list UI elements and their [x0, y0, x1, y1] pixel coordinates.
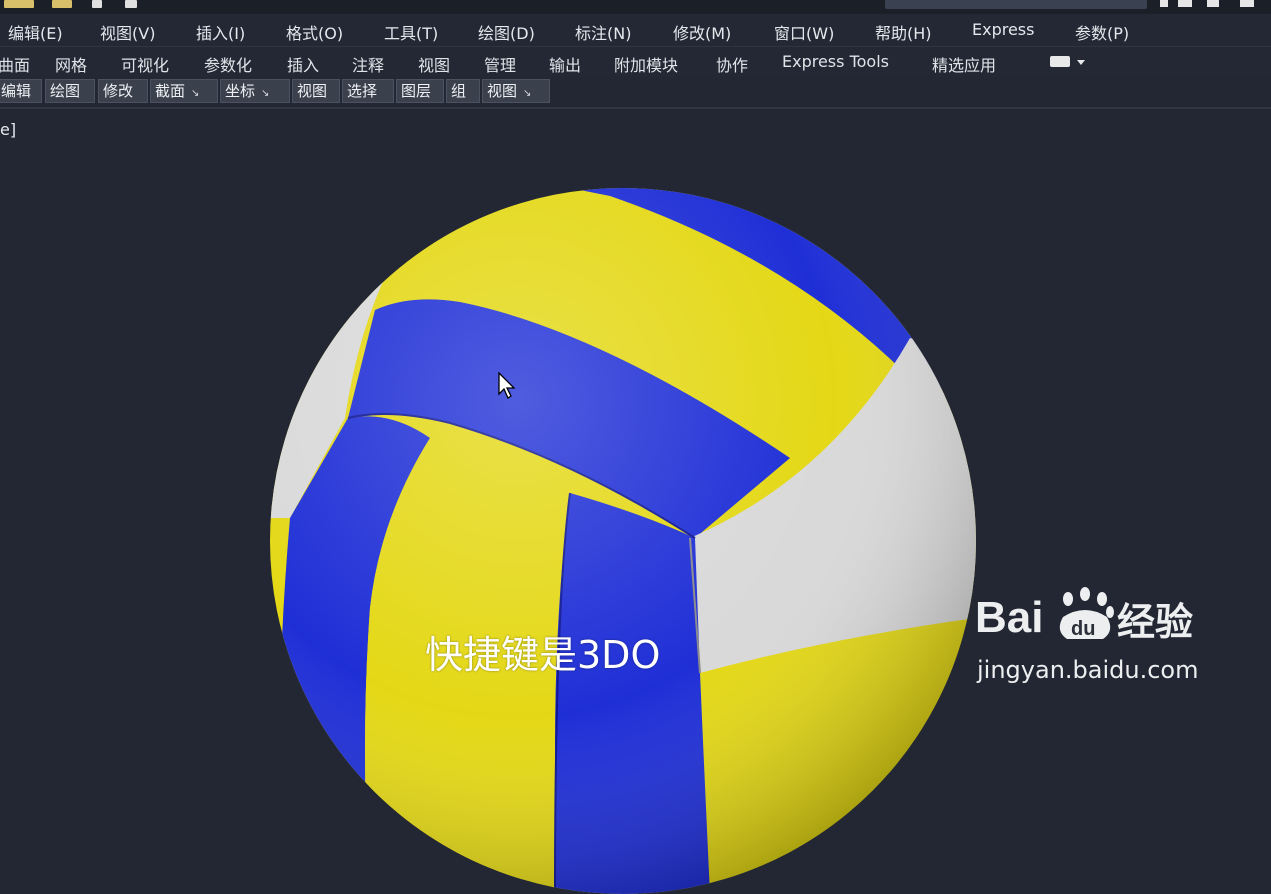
menu-modify[interactable]: 修改(M) — [673, 20, 731, 44]
panel-expand-icon[interactable]: ↘ — [523, 88, 531, 99]
tab-view[interactable]: 视图 — [418, 52, 450, 76]
account-icon[interactable] — [1160, 0, 1168, 7]
menu-insert[interactable]: 插入(I) — [196, 20, 245, 44]
panel-expand-icon[interactable]: ↘ — [261, 88, 269, 99]
panel-modify[interactable]: 修改 — [98, 79, 148, 103]
panel-coordinates[interactable]: 坐标 ↘ — [220, 79, 290, 103]
tab-manage[interactable]: 管理 — [484, 52, 516, 76]
panel-label: 选择 — [347, 82, 378, 100]
panel-label: 组 — [451, 82, 467, 100]
panel-label: 截面 — [155, 82, 186, 100]
panel-label: 图层 — [401, 82, 432, 100]
menu-format[interactable]: 格式(O) — [286, 20, 343, 44]
svg-text:经验: 经验 — [1117, 600, 1193, 644]
tab-express-tools[interactable]: Express Tools — [782, 52, 889, 71]
menu-dimension[interactable]: 标注(N) — [575, 20, 631, 44]
ribbon-panel-bar: 编辑 绘图 修改 截面 ↘ 坐标 ↘ 视图 选择 图层 组 视图 ↘ — [0, 77, 560, 105]
baidu-jingyan-watermark-logo: Bai du 经验 — [975, 587, 1193, 644]
menu-draw[interactable]: 绘图(D) — [478, 20, 535, 44]
panel-label: 修改 — [103, 82, 134, 100]
panel-selection[interactable]: 选择 — [342, 79, 394, 103]
menu-bar: 编辑(E) 视图(V) 插入(I) 格式(O) 工具(T) 绘图(D) 标注(N… — [0, 14, 1271, 47]
tab-surface[interactable]: 曲面 — [0, 52, 30, 76]
quick-access-strip — [0, 0, 1271, 14]
panel-expand-icon[interactable]: ↘ — [191, 88, 199, 99]
tab-parametric[interactable]: 参数化 — [204, 52, 252, 76]
menu-tools[interactable]: 工具(T) — [384, 20, 438, 44]
panel-draw[interactable]: 绘图 — [45, 79, 95, 103]
menu-express[interactable]: Express — [972, 20, 1034, 39]
ribbon-tab-bar: 曲面 网格 可视化 参数化 插入 注释 视图 管理 输出 附加模块 协作 Exp… — [0, 47, 1271, 77]
panel-edit[interactable]: 编辑 — [0, 79, 42, 103]
panel-view[interactable]: 视图 — [292, 79, 340, 103]
menu-view[interactable]: 视图(V) — [100, 20, 155, 44]
minimize-icon[interactable] — [1207, 0, 1219, 7]
panel-label: 视图 — [487, 82, 518, 100]
ribbon-divider — [0, 107, 1271, 109]
menu-help[interactable]: 帮助(H) — [875, 20, 932, 44]
tab-collaborate[interactable]: 协作 — [716, 52, 748, 76]
panel-label: 坐标 — [225, 82, 256, 100]
tab-output[interactable]: 输出 — [549, 52, 581, 76]
quick-access-edit-icon[interactable] — [4, 0, 34, 8]
panel-label: 视图 — [297, 82, 328, 100]
exchange-icon[interactable] — [1178, 0, 1192, 7]
quick-access-print-icon[interactable] — [125, 0, 137, 8]
quick-access-folder-icon[interactable] — [52, 0, 72, 8]
search-box[interactable] — [885, 0, 1147, 9]
volleyball-3d-model[interactable] — [270, 188, 976, 894]
tab-mesh[interactable]: 网格 — [55, 52, 87, 76]
mouse-cursor-icon — [498, 372, 516, 399]
panel-view-2[interactable]: 视图 ↘ — [482, 79, 550, 103]
quick-access-save-icon[interactable] — [92, 0, 102, 8]
tab-addins[interactable]: 附加模块 — [614, 52, 678, 76]
watermark-url: jingyan.baidu.com — [977, 656, 1199, 684]
menu-window[interactable]: 窗口(W) — [774, 20, 834, 44]
panel-groups[interactable]: 组 — [446, 79, 480, 103]
panel-label: 编辑 — [1, 82, 32, 100]
ribbon-panel-icon — [1050, 56, 1070, 67]
ball-shading — [270, 188, 976, 894]
tab-insert[interactable]: 插入 — [287, 52, 319, 76]
viewport-label[interactable]: e] — [0, 120, 16, 139]
panel-layers[interactable]: 图层 — [396, 79, 444, 103]
panel-section[interactable]: 截面 ↘ — [150, 79, 218, 103]
svg-text:Bai: Bai — [975, 593, 1043, 642]
chevron-down-icon — [1077, 60, 1085, 65]
panel-label: 绘图 — [50, 82, 81, 100]
tab-visualize[interactable]: 可视化 — [121, 52, 169, 76]
tab-annotate[interactable]: 注释 — [352, 52, 384, 76]
menu-parameters[interactable]: 参数(P) — [1075, 20, 1129, 44]
tab-featured-apps[interactable]: 精选应用 — [932, 52, 996, 76]
svg-text:du: du — [1071, 618, 1095, 640]
menu-edit[interactable]: 编辑(E) — [8, 20, 63, 44]
video-subtitle: 快捷键是3DO — [425, 633, 661, 677]
ribbon-minimize-toggle[interactable] — [1050, 56, 1086, 68]
maximize-icon[interactable] — [1240, 0, 1254, 7]
